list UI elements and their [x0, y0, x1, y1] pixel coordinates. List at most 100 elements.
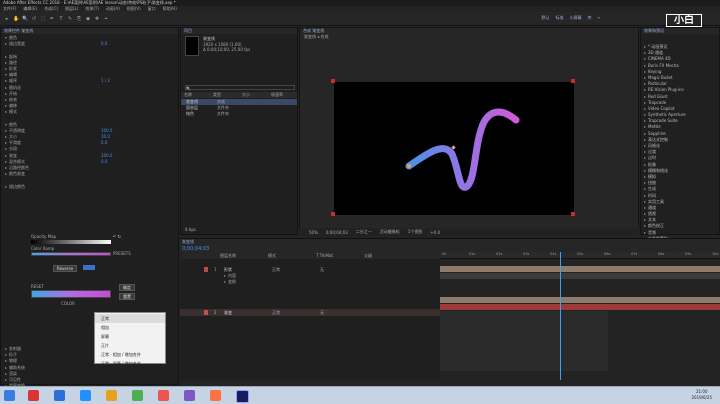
menu-item-blend-mode[interactable]: 正常 · 屏幕 / 增加合并	[95, 359, 165, 368]
layer-row[interactable]: 1 形状 正常无	[180, 266, 440, 273]
project-search-input[interactable]: 🔍	[185, 85, 295, 91]
menu-item-blend-mode[interactable]: 正片	[95, 341, 165, 350]
layer-parent-dropdown[interactable]: 无	[320, 266, 368, 273]
disclosure-triangle-icon[interactable]: ▸	[644, 186, 646, 191]
app-icon-5[interactable]	[132, 390, 143, 401]
disclosure-triangle-icon[interactable]: ▾	[5, 122, 7, 127]
layer-mode-dropdown[interactable]: 正常	[272, 266, 320, 273]
playhead[interactable]	[560, 252, 561, 380]
disclosure-triangle-icon[interactable]: ▸	[644, 106, 646, 111]
disclosure-triangle-icon[interactable]: ▸	[5, 184, 7, 189]
timeline-tab[interactable]: 渐变线	[182, 239, 194, 245]
corner-handle[interactable]	[331, 212, 335, 216]
timeline-column-header[interactable]: 模式	[268, 252, 316, 259]
tool-icon-5[interactable]: ✒	[49, 16, 55, 22]
project-tab[interactable]: 项目	[181, 28, 297, 34]
app-icon-6[interactable]	[158, 390, 169, 401]
disclosure-triangle-icon[interactable]: ▸	[644, 149, 646, 154]
disclosure-triangle-icon[interactable]: ▸	[644, 174, 646, 179]
workspace-0[interactable]: 默认	[542, 15, 550, 21]
disclosure-triangle-icon[interactable]: ▸	[644, 193, 646, 198]
composition-canvas[interactable]	[334, 82, 574, 215]
disclosure-triangle-icon[interactable]: ▸	[644, 118, 646, 123]
workspace-1[interactable]: 标准	[556, 15, 564, 21]
disclosure-triangle-icon[interactable]: ▸	[5, 128, 7, 133]
app-icon-2[interactable]	[54, 390, 65, 401]
disclosure-triangle-icon[interactable]: ▸	[644, 50, 646, 55]
layer-track-selected[interactable]	[440, 304, 720, 310]
column-header[interactable]: 帧速率	[268, 92, 297, 98]
bit-depth-button[interactable]: 8 bpc	[185, 227, 196, 232]
tool-icon-8[interactable]: ⎘	[76, 16, 82, 22]
timeline-column-header[interactable]: T TrkMat	[316, 252, 364, 259]
disclosure-triangle-icon[interactable]: ▸	[224, 279, 226, 284]
start-icon[interactable]	[4, 390, 15, 401]
tool-icon-7[interactable]: ✎	[67, 16, 73, 22]
tool-icon-9[interactable]: ◆	[85, 16, 91, 22]
resolution-dropdown[interactable]: 二分之一	[356, 229, 372, 235]
disclosure-triangle-icon[interactable]: ▸	[5, 153, 7, 158]
app-icon-4[interactable]	[106, 390, 117, 401]
layer-parent-dropdown[interactable]: 无	[320, 309, 368, 316]
disclosure-triangle-icon[interactable]: ▸	[5, 365, 7, 370]
disclosure-triangle-icon[interactable]: ▸	[644, 44, 646, 49]
reset-button[interactable]: 重置	[119, 293, 135, 300]
layer-track-1[interactable]	[440, 266, 720, 272]
workspace-2[interactable]: 小屏幕	[570, 15, 582, 21]
disclosure-triangle-icon[interactable]: ▸	[5, 165, 7, 170]
disclosure-triangle-icon[interactable]: ▸	[644, 124, 646, 129]
disclosure-triangle-icon[interactable]: ▸	[644, 94, 646, 99]
disclosure-triangle-icon[interactable]: ▸	[644, 63, 646, 68]
column-header[interactable]: 名称	[181, 92, 210, 98]
disclosure-triangle-icon[interactable]: ▸	[5, 352, 7, 357]
system-clock[interactable]: 21:00 2019/6/25	[691, 389, 712, 401]
menu-item-blend-mode[interactable]: 正常	[95, 314, 165, 323]
app-icon-8[interactable]	[210, 390, 221, 401]
disclosure-triangle-icon[interactable]: ▸	[5, 78, 7, 83]
layer-mode-dropdown[interactable]: 正常	[272, 309, 320, 316]
zoom-dropdown[interactable]: 50%	[309, 230, 318, 235]
disclosure-triangle-icon[interactable]: ▸	[5, 346, 7, 351]
layer-color-label[interactable]	[204, 310, 208, 316]
viewer-breadcrumb[interactable]: 渐变线 ◂ 合成	[300, 34, 638, 40]
layer-track-2[interactable]	[440, 297, 720, 303]
tool-icon-6[interactable]: T	[58, 16, 64, 22]
ok-button[interactable]: 确定	[119, 284, 135, 291]
views-dropdown[interactable]: 1个视图	[408, 229, 423, 235]
time-ruler[interactable]: 0s 01s 02s 03s 04s 05s 06s 07s 08s 09s 10s	[440, 252, 720, 259]
tool-icon-4[interactable]: ⬚	[40, 16, 46, 22]
disclosure-triangle-icon[interactable]: ▸	[644, 143, 646, 148]
app-icon-7[interactable]	[184, 390, 195, 401]
anchor-point[interactable]	[407, 164, 411, 168]
disclosure-triangle-icon[interactable]: ▸	[644, 112, 646, 117]
tool-icon-0[interactable]: ▸	[4, 16, 10, 22]
column-header[interactable]: 类型	[210, 92, 239, 98]
effect-property-row[interactable]: ▸ 描边颜色	[5, 184, 174, 190]
disclosure-triangle-icon[interactable]: ▾	[5, 72, 7, 77]
disclosure-triangle-icon[interactable]: ▸	[5, 171, 7, 176]
tool-icon-11[interactable]: ⌖	[103, 16, 109, 22]
disclosure-triangle-icon[interactable]: ▸	[5, 371, 7, 376]
disclosure-triangle-icon[interactable]: ▸	[644, 75, 646, 80]
disclosure-triangle-icon[interactable]: ▸	[644, 199, 646, 204]
disclosure-triangle-icon[interactable]: ▸	[5, 146, 7, 151]
after-effects-icon[interactable]	[236, 390, 249, 403]
opacity-map-ramp[interactable]	[31, 240, 111, 244]
color-ramp-gradient[interactable]	[31, 252, 111, 256]
disclosure-triangle-icon[interactable]: ▸	[5, 85, 7, 90]
timeline-column-header[interactable]: 图层名称	[220, 252, 268, 259]
layer-row[interactable]: 2 渐变 正常无	[180, 309, 440, 317]
tool-icon-1[interactable]: ✋	[13, 16, 19, 22]
disclosure-triangle-icon[interactable]: ▸	[5, 358, 7, 363]
disclosure-triangle-icon[interactable]: ▸	[644, 56, 646, 61]
app-icon-1[interactable]	[28, 390, 39, 401]
disclosure-triangle-icon[interactable]: ▸	[644, 155, 646, 160]
menu-item-blend-mode[interactable]: 相加	[95, 323, 165, 332]
tool-icon-2[interactable]: 🔍	[22, 16, 28, 22]
disclosure-triangle-icon[interactable]: ▸	[5, 109, 7, 114]
disclosure-triangle-icon[interactable]: ▸	[5, 377, 7, 382]
disclosure-triangle-icon[interactable]: ▸	[644, 69, 646, 74]
reverse-button[interactable]: Reverse	[53, 265, 78, 272]
reset-icon[interactable]: ↶ ↻	[113, 234, 121, 239]
disclosure-triangle-icon[interactable]: ▾	[5, 35, 7, 40]
